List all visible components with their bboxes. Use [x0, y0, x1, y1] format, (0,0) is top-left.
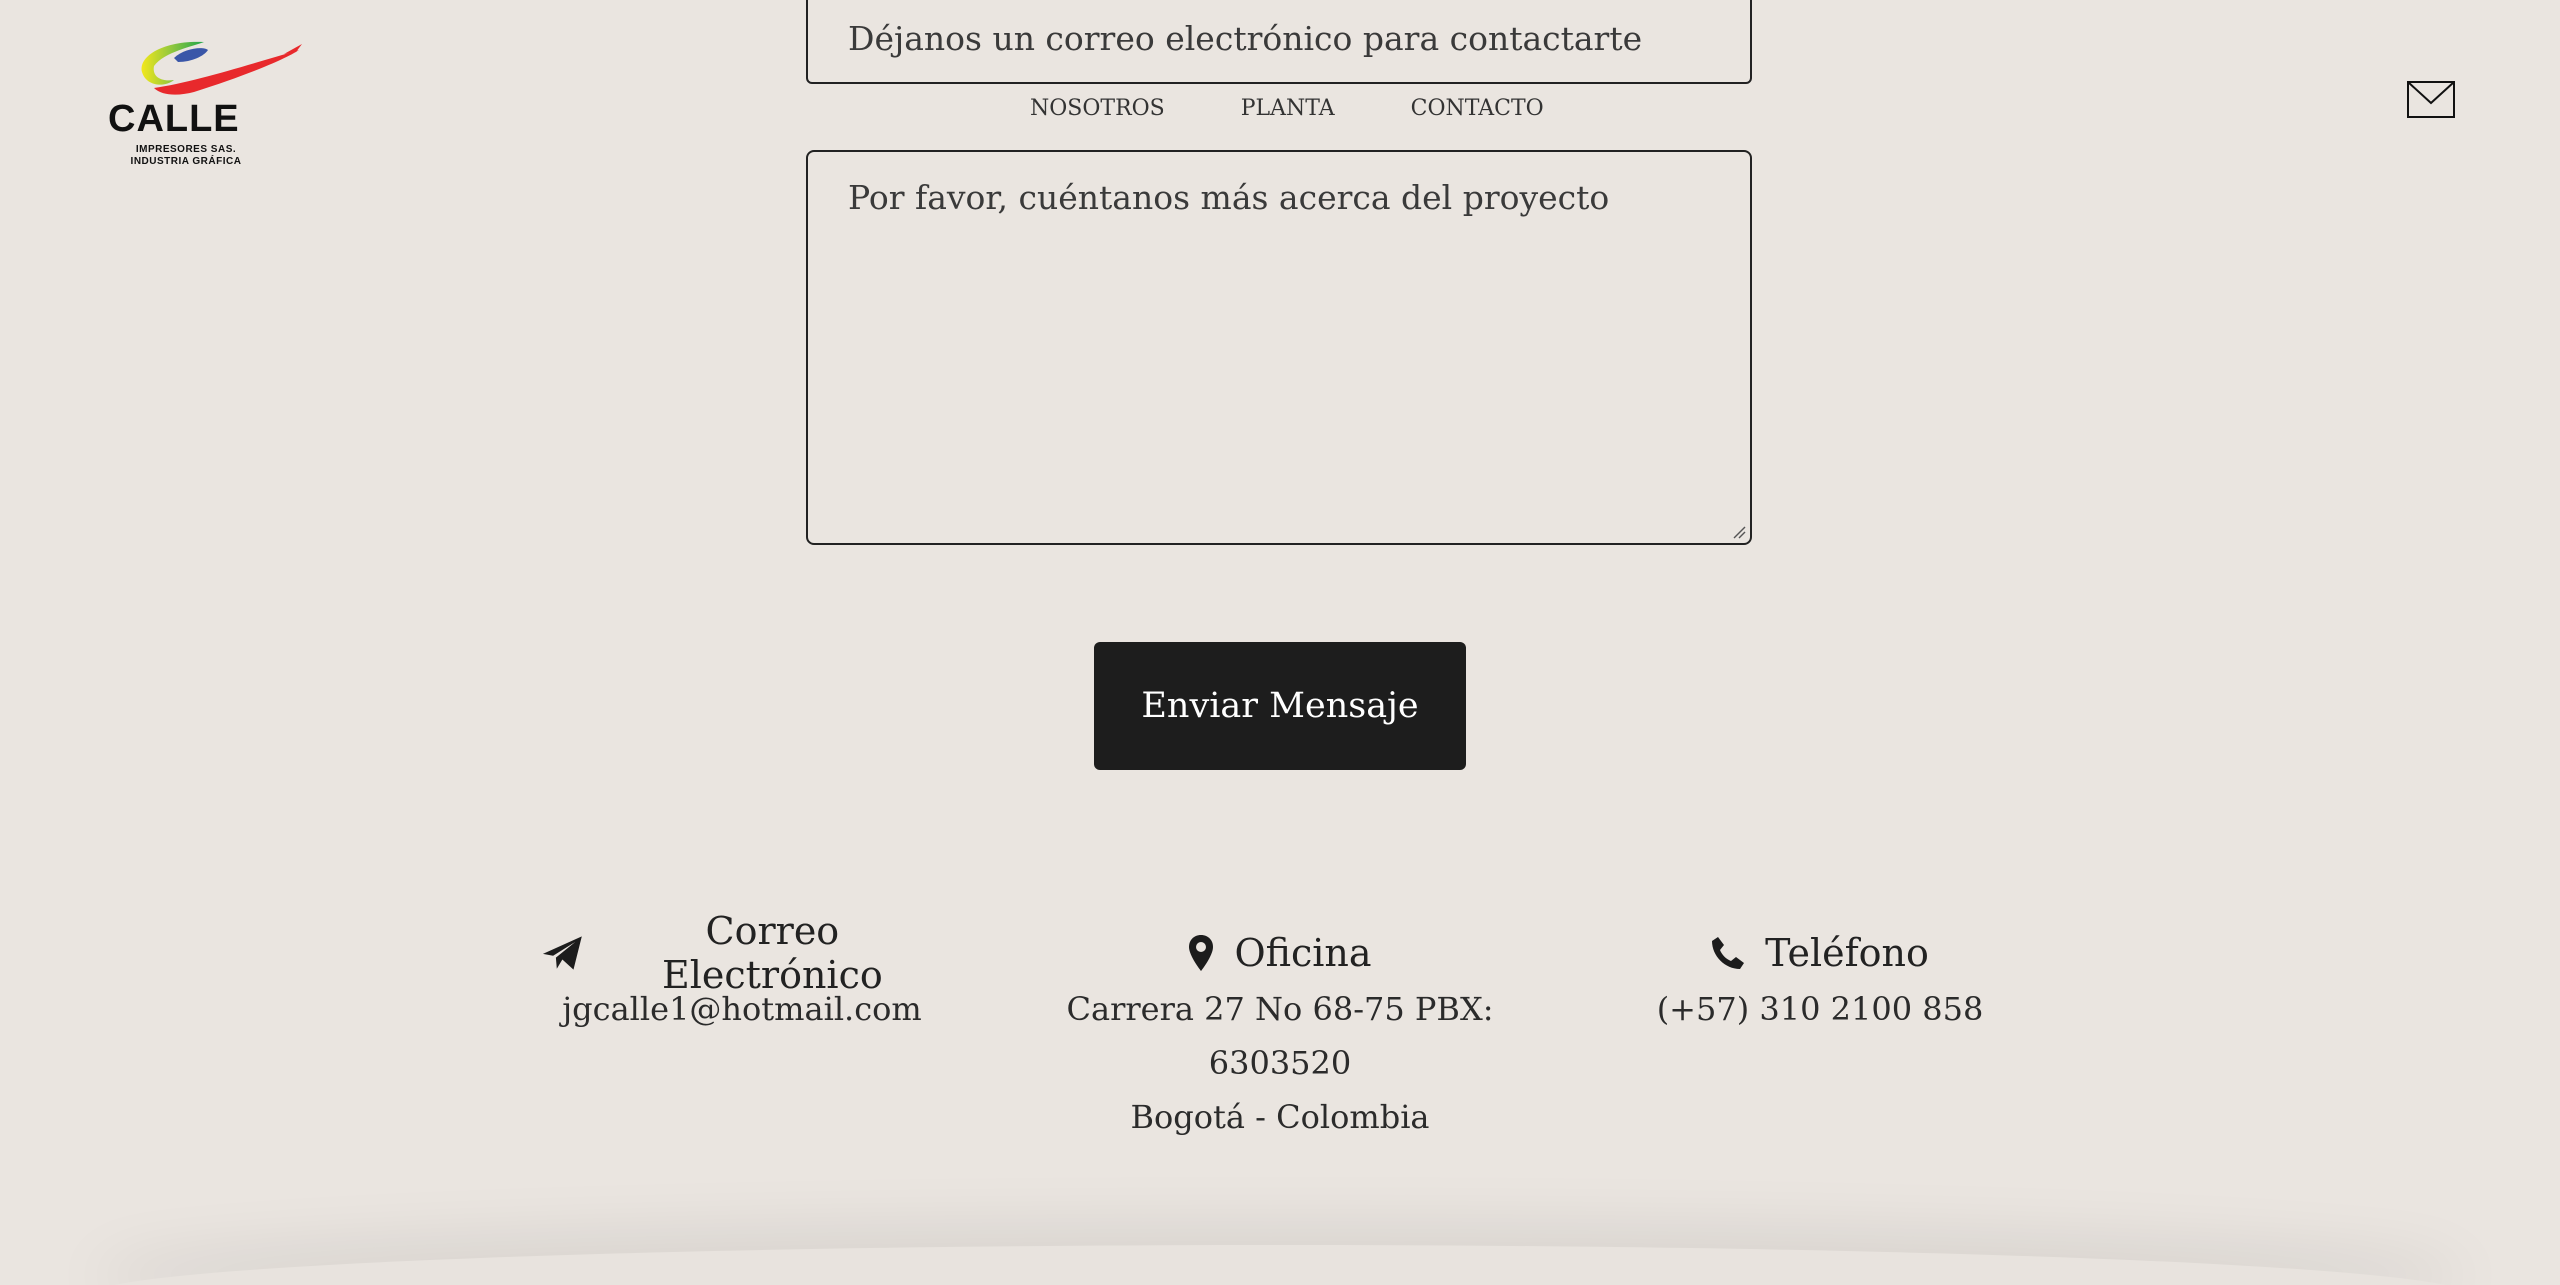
- nav-item-nosotros[interactable]: NOSOTROS: [1030, 96, 1165, 121]
- email-field[interactable]: Déjanos un correo electrónico para conta…: [806, 0, 1752, 84]
- contact-phone-value[interactable]: (+57) 310 2100 858: [1620, 982, 2020, 1036]
- envelope-icon[interactable]: [2407, 81, 2455, 118]
- nav-item-contacto[interactable]: CONTACTO: [1411, 96, 1544, 121]
- contact-phone-title: Teléfono: [1765, 931, 1929, 975]
- logo-subtitle-line-2: INDUSTRIA GRÁFICA: [130, 156, 242, 167]
- contact-office-address: Carrera 27 No 68-75 PBX: 6303520: [1066, 990, 1494, 1082]
- resize-grip-icon[interactable]: [1732, 525, 1746, 539]
- contact-email-heading: Correo Electrónico: [542, 909, 942, 997]
- logo-swoosh-icon: [141, 41, 302, 95]
- contact-office-city: Bogotá - Colombia: [1130, 1098, 1430, 1136]
- logo-wordmark: CALLE: [108, 98, 240, 140]
- nav-item-planta[interactable]: PLANTA: [1241, 96, 1335, 121]
- send-message-button[interactable]: Enviar Mensaje: [1094, 642, 1466, 770]
- message-textarea[interactable]: Por favor, cuéntanos más acerca del proy…: [806, 150, 1752, 545]
- brand-logo[interactable]: CALLE IMPRESORES SAS. INDUSTRIA GRÁFICA: [106, 36, 302, 176]
- paper-plane-icon: [542, 936, 582, 970]
- email-field-placeholder: Déjanos un correo electrónico para conta…: [848, 19, 1643, 58]
- logo-subtitle-line-1: IMPRESORES SAS.: [135, 144, 237, 155]
- contact-page: CALLE IMPRESORES SAS. INDUSTRIA GRÁFICA …: [0, 0, 2560, 1285]
- contact-office-block: Oficina Carrera 27 No 68-75 PBX: 6303520…: [1000, 924, 1560, 1144]
- contact-office-title: Oficina: [1234, 931, 1372, 975]
- contact-email-block: Correo Electrónico jgcalle1@hotmail.com: [542, 909, 942, 1036]
- phone-icon: [1712, 937, 1745, 969]
- map-pin-icon: [1189, 935, 1214, 971]
- footer-shadow: [90, 1245, 2470, 1285]
- contact-email-value[interactable]: jgcalle1@hotmail.com: [542, 982, 942, 1036]
- contact-phone-heading: Teléfono: [1620, 924, 2020, 982]
- main-nav: NOSOTROS PLANTA CONTACTO: [1030, 96, 1544, 121]
- logo-subtitle: IMPRESORES SAS. INDUSTRIA GRÁFICA: [116, 144, 256, 168]
- message-textarea-placeholder: Por favor, cuéntanos más acerca del proy…: [848, 178, 1610, 217]
- contact-office-heading: Oficina: [1000, 924, 1560, 982]
- contact-phone-block: Teléfono (+57) 310 2100 858: [1620, 924, 2020, 1036]
